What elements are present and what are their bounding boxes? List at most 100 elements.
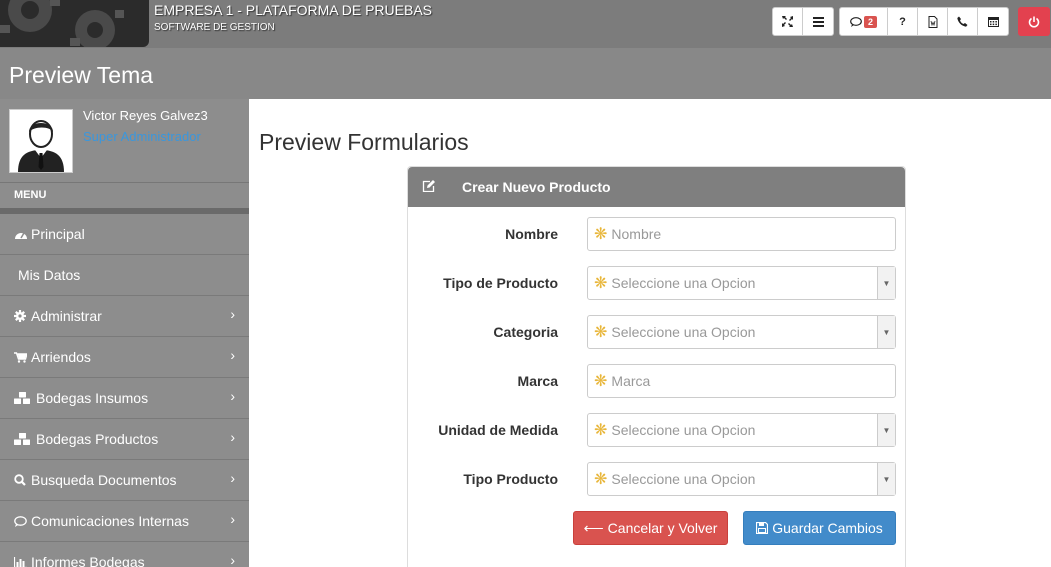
avatar	[9, 109, 73, 173]
sidebar-item-informes-bodegas[interactable]: Informes Bodegas ›	[0, 542, 249, 567]
hamburger-icon	[812, 16, 824, 27]
gear-icon	[14, 310, 31, 322]
sidebar-item-label: Arriendos	[31, 349, 91, 365]
form-row-unidad-de-medida: Unidad de Medida ❋ Seleccione una Opcion…	[408, 413, 907, 447]
form-row-tipo-de-producto: Tipo de Producto ❋ Seleccione una Opcion…	[408, 266, 907, 300]
arrow-left-icon: ⟵	[583, 519, 604, 536]
sidebar-item-label: Mis Datos	[18, 267, 81, 283]
calendar-icon	[987, 17, 999, 27]
categoria-select[interactable]: ❋ Seleccione una Opcion ▼	[587, 315, 896, 349]
field-label: Unidad de Medida	[438, 422, 558, 438]
main-content: Preview Formularios Crear Nuevo Producto…	[249, 99, 1051, 567]
company-name: EMPRESA 1 - PLATAFORMA DE PRUEBAS	[154, 2, 432, 18]
marca-input[interactable]: ❋ Marca	[587, 364, 896, 398]
field-label: Tipo de Producto	[443, 275, 558, 291]
caret-down-icon[interactable]: ▼	[877, 316, 895, 348]
sidebar-item-busqueda-documentos[interactable]: Busqueda Documentos ›	[0, 460, 249, 501]
dashboard-icon	[14, 229, 31, 240]
menu-toggle-button[interactable]	[803, 8, 833, 35]
field-placeholder: Seleccione una Opcion	[611, 471, 756, 487]
cancel-button[interactable]: ⟵ Cancelar y Volver	[573, 511, 728, 545]
chevron-right-icon: ›	[230, 429, 235, 445]
sidebar-item-administrar[interactable]: Administrar ›	[0, 296, 249, 337]
field-placeholder: Nombre	[611, 226, 662, 242]
messages-badge: 2	[863, 15, 877, 28]
edit-icon	[422, 179, 436, 195]
help-button[interactable]: ?	[888, 8, 918, 35]
form-row-categoria: Categoria ❋ Seleccione una Opcion ▼	[408, 315, 907, 349]
nombre-input[interactable]: ❋ Nombre	[587, 217, 896, 251]
field-placeholder: Marca	[611, 373, 651, 389]
logout-button[interactable]	[1018, 7, 1050, 36]
expand-icon	[782, 16, 793, 27]
sidebar-item-label: Principal	[31, 226, 85, 242]
sidebar-item-label: Bodegas Productos	[36, 431, 159, 447]
app-subtitle: SOFTWARE DE GESTION	[154, 22, 275, 33]
field-placeholder: Seleccione una Opcion	[611, 422, 756, 438]
phone-button[interactable]	[948, 8, 978, 35]
chevron-right-icon: ›	[230, 347, 235, 363]
messages-button[interactable]: 2	[840, 8, 888, 35]
asterisk-icon: ❋	[594, 226, 608, 243]
user-role[interactable]: Super Administrador	[83, 129, 201, 144]
tipo-producto-select[interactable]: ❋ Seleccione una Opcion ▼	[587, 462, 896, 496]
chevron-right-icon: ›	[230, 306, 235, 322]
sidebar-item-label: Busqueda Documentos	[31, 472, 177, 488]
save-button[interactable]: Guardar Cambios	[743, 511, 896, 545]
panel-title: Crear Nuevo Producto	[462, 179, 611, 195]
sidebar-item-arriendos[interactable]: Arriendos ›	[0, 337, 249, 378]
question-icon: ?	[899, 15, 906, 28]
chevron-right-icon: ›	[230, 470, 235, 486]
chevron-right-icon: ›	[230, 511, 235, 527]
save-button-label: Guardar Cambios	[772, 520, 883, 536]
document-button[interactable]	[918, 8, 948, 35]
tipo-de-producto-select[interactable]: ❋ Seleccione una Opcion ▼	[587, 266, 896, 300]
field-placeholder: Seleccione una Opcion	[611, 275, 756, 291]
form-row-tipo-producto: Tipo Producto ❋ Seleccione una Opcion ▼	[408, 462, 907, 496]
sidebar-item-comunicaciones-internas[interactable]: Comunicaciones Internas ›	[0, 501, 249, 542]
floppy-disk-icon	[756, 522, 769, 534]
asterisk-icon: ❋	[594, 324, 608, 341]
fullscreen-button[interactable]	[773, 8, 803, 35]
menu-heading: MENU	[14, 189, 47, 201]
top-bar: EMPRESA 1 - PLATAFORMA DE PRUEBAS SOFTWA…	[0, 0, 1051, 48]
caret-down-icon[interactable]: ▼	[877, 414, 895, 446]
page-header-band: Preview Tema	[0, 48, 1051, 99]
chevron-right-icon: ›	[230, 388, 235, 404]
form-row-marca: Marca ❋ Marca	[408, 364, 907, 398]
chevron-right-icon: ›	[230, 552, 235, 567]
cubes-icon	[14, 392, 36, 404]
power-icon	[1028, 16, 1040, 27]
asterisk-icon: ❋	[594, 373, 608, 390]
caret-down-icon[interactable]: ▼	[877, 463, 895, 495]
page-title: Preview Formularios	[259, 129, 469, 155]
form-row-nombre: Nombre ❋ Nombre	[408, 217, 907, 251]
asterisk-icon: ❋	[594, 471, 608, 488]
calendar-button[interactable]	[978, 8, 1008, 35]
logo	[0, 0, 149, 47]
sidebar-item-bodegas-productos[interactable]: Bodegas Productos ›	[0, 419, 249, 460]
bar-chart-icon	[14, 556, 31, 567]
search-icon	[14, 474, 31, 486]
sidebar-item-principal[interactable]: Principal	[0, 214, 249, 255]
cubes-icon	[14, 433, 36, 445]
view-controls-group	[772, 7, 834, 36]
sidebar-item-bodegas-insumos[interactable]: Bodegas Insumos ›	[0, 378, 249, 419]
sidebar-item-label: Administrar	[31, 308, 102, 324]
sidebar-item-mis-datos[interactable]: Mis Datos	[0, 255, 249, 296]
field-label: Categoria	[493, 324, 558, 340]
page-header-title: Preview Tema	[9, 62, 154, 88]
unidad-de-medida-select[interactable]: ❋ Seleccione una Opcion ▼	[587, 413, 896, 447]
sidebar: Victor Reyes Galvez3 Super Administrador…	[0, 99, 249, 567]
field-label: Marca	[517, 373, 558, 389]
sidebar-item-label: Comunicaciones Internas	[31, 513, 189, 529]
field-placeholder: Seleccione una Opcion	[611, 324, 756, 340]
caret-down-icon[interactable]: ▼	[877, 267, 895, 299]
asterisk-icon: ❋	[594, 275, 608, 292]
chat-icon	[850, 16, 862, 27]
sidebar-menu: Principal Mis Datos Administrar › Arrien…	[0, 214, 249, 567]
product-form-panel: Crear Nuevo Producto Nombre ❋ Nombre Tip…	[407, 166, 906, 567]
phone-icon	[957, 16, 968, 27]
field-label: Nombre	[505, 226, 558, 242]
sidebar-item-label: Bodegas Insumos	[36, 390, 149, 406]
